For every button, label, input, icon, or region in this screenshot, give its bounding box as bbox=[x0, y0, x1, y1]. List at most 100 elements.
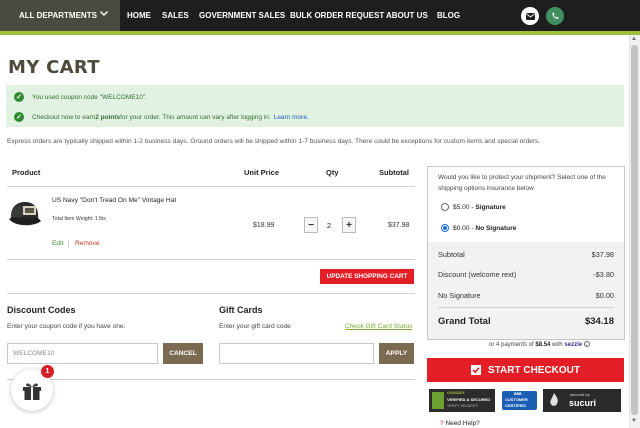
info-icon[interactable]: i bbox=[583, 341, 590, 347]
start-checkout-label: START CHECKOUT bbox=[487, 364, 581, 376]
bottom-divider bbox=[7, 379, 415, 380]
link-divider bbox=[68, 240, 69, 248]
totals-subtotal-row: Subtotal $37.98 bbox=[438, 250, 614, 259]
checkmark-icon: ✓ bbox=[14, 112, 24, 122]
totals-shipping-row: No Signature $0.00 bbox=[438, 291, 614, 300]
totals-discount-row: Discount (welcome rext) -$3.80 bbox=[438, 270, 614, 279]
need-help-link[interactable]: ? Need Help? bbox=[440, 420, 480, 427]
checkmark-icon: ✓ bbox=[14, 92, 24, 102]
qty-increase-button[interactable]: + bbox=[342, 217, 356, 233]
update-cart-button[interactable]: UPDATE SHOPPING CART bbox=[320, 269, 414, 284]
grand-total-label: Grand Total bbox=[438, 316, 491, 327]
success-notice: ✓ You used coupon code "WELCOME10". ✓ Ch… bbox=[6, 85, 624, 127]
qty-input[interactable]: 2 bbox=[318, 217, 340, 233]
scroll-down-arrow-icon[interactable]: ▼ bbox=[631, 418, 637, 424]
discount-subtitle: Enter your coupon code if you have one. bbox=[7, 323, 126, 330]
coupon-notice: ✓ You used coupon code "WELCOME10". bbox=[14, 92, 147, 102]
flame-icon bbox=[550, 393, 558, 406]
shipping-note: Express orders are typically shipped wit… bbox=[7, 138, 541, 145]
notification-badge: 1 bbox=[41, 365, 54, 378]
top-nav: ALL DEPARTMENTS HOME SALES GOVERNMENT SA… bbox=[0, 0, 640, 31]
badge-line: CERTIFIED bbox=[505, 403, 527, 408]
col-qty: Qty bbox=[326, 168, 339, 177]
option-price: $0.00 bbox=[453, 224, 470, 232]
discount-code-input[interactable]: WELCOME10 bbox=[7, 343, 158, 364]
badge-line: CUSTOMER bbox=[505, 397, 528, 402]
badge-line: GODADDY bbox=[447, 391, 465, 395]
edit-item-link[interactable]: Edit bbox=[52, 240, 63, 247]
all-departments-dropdown[interactable]: ALL DEPARTMENTS bbox=[0, 0, 120, 31]
discount-title: Discount Codes bbox=[7, 305, 76, 315]
totals-label: Discount (welcome rext) bbox=[438, 270, 517, 279]
gift-cards-subtitle: Enter your gift card code bbox=[219, 323, 291, 330]
envelope-icon[interactable] bbox=[521, 7, 539, 25]
page-title: MY CART bbox=[8, 57, 100, 78]
totals-value: $0.00 bbox=[595, 291, 614, 300]
learn-more-link[interactable]: Learn more. bbox=[274, 114, 309, 121]
badge-line: secured by bbox=[570, 392, 590, 397]
installments-amount: $8.54 bbox=[535, 342, 551, 348]
badge-line: sucuri bbox=[569, 398, 597, 408]
nav-bulk-order-request[interactable]: BULK ORDER REQUEST bbox=[290, 11, 384, 20]
nav-sales[interactable]: SALES bbox=[162, 11, 189, 20]
option-price: $5.00 bbox=[453, 203, 470, 211]
totals-label: Subtotal bbox=[438, 250, 465, 259]
sezzle-logo[interactable]: sezzle bbox=[564, 342, 582, 348]
check-gift-card-link[interactable]: Check Gift Card Status bbox=[345, 323, 412, 330]
gift-card-input[interactable] bbox=[219, 343, 374, 364]
installments-prefix: or 4 payments of bbox=[489, 342, 536, 348]
nav-government-sales[interactable]: GOVERNMENT SALES bbox=[199, 11, 285, 20]
totals-label: No Signature bbox=[438, 291, 481, 300]
product-name-link[interactable]: US Navy "Don't Tread On Me" Vintage Hat bbox=[52, 197, 176, 204]
option-no-signature[interactable]: $0.00 - No Signature bbox=[441, 224, 516, 232]
row-subtotal: $37.98 bbox=[388, 222, 410, 229]
coupon-notice-text: You used coupon code "WELCOME10". bbox=[32, 93, 147, 101]
sucuri-secured-badge[interactable]: secured by sucuri bbox=[543, 389, 621, 412]
points-notice: ✓ Checkout now to earn 2 points for your… bbox=[14, 112, 309, 122]
gift-cards-title: Gift Cards bbox=[219, 305, 263, 315]
page-scrollbar-thumb[interactable] bbox=[631, 45, 638, 415]
nav-home[interactable]: HOME bbox=[127, 11, 151, 20]
radio-button-selected[interactable] bbox=[441, 224, 449, 232]
installments-with: with bbox=[550, 342, 565, 348]
cancel-coupon-button[interactable]: CANCEL bbox=[163, 343, 203, 364]
need-help-label: Need Help? bbox=[445, 420, 480, 427]
bbb-certified-badge[interactable]: BBB CUSTOMER CERTIFIED bbox=[501, 389, 538, 412]
qty-decrease-button[interactable]: − bbox=[304, 217, 318, 233]
shipping-protection-question: Would you like to protect your shipment?… bbox=[438, 174, 606, 192]
totals-value: $37.98 bbox=[591, 250, 614, 259]
option-label: No Signature bbox=[475, 224, 517, 232]
remove-item-link[interactable]: Remove bbox=[75, 240, 100, 247]
col-product: Product bbox=[12, 168, 41, 177]
godaddy-verified-badge[interactable]: GODADDY VERIFIED & SECURED VERIFY SECURI… bbox=[429, 389, 495, 412]
shield-icon bbox=[432, 392, 444, 409]
chevron-down-icon bbox=[99, 8, 109, 21]
unit-price: $18.99 bbox=[253, 222, 275, 229]
points-prefix: Checkout now to earn bbox=[32, 113, 96, 121]
help-icon: ? bbox=[440, 420, 444, 427]
totals-value: -$3.80 bbox=[593, 270, 614, 279]
points-suffix: for your order. This amount can vary aft… bbox=[120, 113, 271, 121]
table-header-divider bbox=[7, 186, 415, 187]
nav-blog[interactable]: BLOG bbox=[437, 11, 460, 20]
badge-line: VERIFY SECURITY bbox=[447, 404, 479, 408]
apply-gift-card-button[interactable]: APPLY bbox=[379, 343, 414, 364]
badge-line: VERIFIED & SECURED bbox=[447, 397, 491, 402]
option-signature[interactable]: $5.00 - Signature bbox=[441, 203, 506, 211]
grand-total-row: Grand Total $34.18 bbox=[438, 316, 614, 327]
phone-icon[interactable] bbox=[546, 7, 564, 25]
section-divider bbox=[7, 293, 415, 294]
col-unit-price: Unit Price bbox=[244, 168, 280, 177]
radio-button[interactable] bbox=[441, 203, 449, 211]
product-weight: Total Item Weight: 1 lbs bbox=[52, 216, 106, 222]
nav-about-us[interactable]: ABOUT US bbox=[386, 11, 428, 20]
installments-note: or 4 payments of $8.54 with sezzle i bbox=[489, 341, 590, 348]
grand-total-value: $34.18 bbox=[584, 316, 614, 327]
badge-line: BBB bbox=[514, 392, 522, 396]
nav-accent-band bbox=[0, 31, 640, 35]
start-checkout-button[interactable]: START CHECKOUT bbox=[427, 358, 624, 382]
scroll-up-arrow-icon[interactable]: ▲ bbox=[631, 36, 637, 42]
product-image-hat[interactable] bbox=[7, 197, 42, 231]
points-amount: 2 points bbox=[95, 113, 121, 121]
all-departments-label: ALL DEPARTMENTS bbox=[19, 11, 97, 20]
